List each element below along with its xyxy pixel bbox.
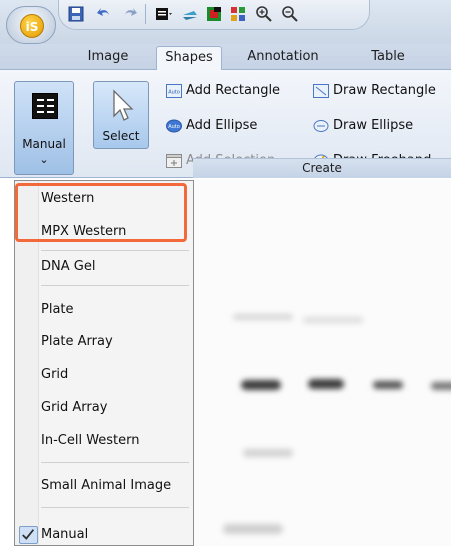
draw-rectangle-label: Draw Rectangle: [333, 83, 436, 98]
menu-item-plate[interactable]: Plate: [41, 299, 74, 321]
add-ellipse-button[interactable]: Auto Add Ellipse: [166, 115, 296, 137]
color-image-icon[interactable]: [205, 5, 223, 23]
checkmark-icon: [19, 526, 38, 544]
add-selection-icon: [166, 154, 182, 168]
menu-separator: [41, 507, 189, 508]
tab-table[interactable]: Table: [360, 46, 416, 70]
menu-item-dna-gel[interactable]: DNA Gel: [41, 256, 95, 278]
gel-band-faint: [243, 449, 293, 457]
menu-item-manual[interactable]: Manual: [41, 524, 88, 546]
draw-rectangle-icon: [313, 84, 329, 98]
gel-band: [431, 382, 451, 390]
cursor-arrow-icon: [113, 89, 134, 121]
image-canvas[interactable]: [193, 179, 451, 546]
tab-annotation[interactable]: Annotation: [240, 46, 326, 70]
grid-colors-icon[interactable]: [229, 5, 247, 23]
menu-separator: [41, 462, 189, 463]
image-display-icon[interactable]: [155, 5, 173, 23]
app-logo-icon: iS: [20, 14, 44, 38]
title-bar: iS: [0, 0, 451, 44]
draw-ellipse-button[interactable]: Draw Ellipse: [313, 115, 449, 137]
menu-item-grid[interactable]: Grid: [41, 364, 68, 386]
quick-access-toolbar: [58, 0, 370, 30]
save-icon[interactable]: [67, 5, 85, 23]
menu-item-plate-array[interactable]: Plate Array: [41, 331, 113, 353]
add-rectangle-label: Add Rectangle: [186, 83, 281, 98]
menu-item-grid-array[interactable]: Grid Array: [41, 397, 107, 419]
ribbon-tab-bar: Image Shapes Annotation Table: [0, 44, 451, 71]
highlight-annotation: [15, 183, 187, 242]
undo-icon[interactable]: [95, 5, 113, 23]
zoom-out-icon[interactable]: [281, 5, 299, 23]
select-button[interactable]: Select: [93, 81, 149, 149]
tab-image[interactable]: Image: [78, 46, 138, 70]
tab-shapes[interactable]: Shapes: [156, 46, 222, 71]
menu-item-small-animal-image[interactable]: Small Animal Image: [41, 475, 171, 497]
chevron-down-icon: ⌄: [39, 153, 49, 166]
gel-band: [373, 381, 403, 389]
add-rectangle-button[interactable]: Auto Add Rectangle: [166, 80, 296, 102]
ribbon-group-label-create: Create: [193, 158, 451, 178]
auto-badge-text: Auto: [168, 124, 180, 130]
menu-separator: [41, 285, 189, 286]
application-menu-button[interactable]: iS: [6, 6, 56, 44]
manual-icon: [32, 93, 58, 119]
zoom-in-icon[interactable]: [255, 5, 273, 23]
flip-icon[interactable]: [181, 5, 199, 23]
add-ellipse-label: Add Ellipse: [186, 118, 258, 133]
menu-separator: [41, 250, 189, 251]
auto-rectangle-icon: Auto: [166, 84, 182, 98]
auto-badge-text: Auto: [168, 90, 180, 96]
gel-band-faint: [223, 524, 283, 534]
draw-ellipse-label: Draw Ellipse: [333, 118, 414, 133]
redo-icon[interactable]: [121, 5, 139, 23]
gel-band-faint: [233, 314, 293, 320]
qat-divider: [145, 4, 146, 24]
gel-band: [308, 379, 344, 389]
gel-band-faint: [303, 317, 363, 323]
auto-ellipse-icon: Auto: [166, 119, 182, 133]
draw-rectangle-button[interactable]: Draw Rectangle: [313, 80, 449, 102]
select-button-label: Select: [102, 129, 140, 143]
menu-item-in-cell-western[interactable]: In-Cell Western: [41, 430, 140, 452]
draw-ellipse-icon: [313, 120, 329, 132]
manual-button-label: Manual: [22, 137, 66, 151]
gel-band: [241, 380, 281, 390]
manual-dropdown-button[interactable]: Manual ⌄: [14, 81, 74, 175]
